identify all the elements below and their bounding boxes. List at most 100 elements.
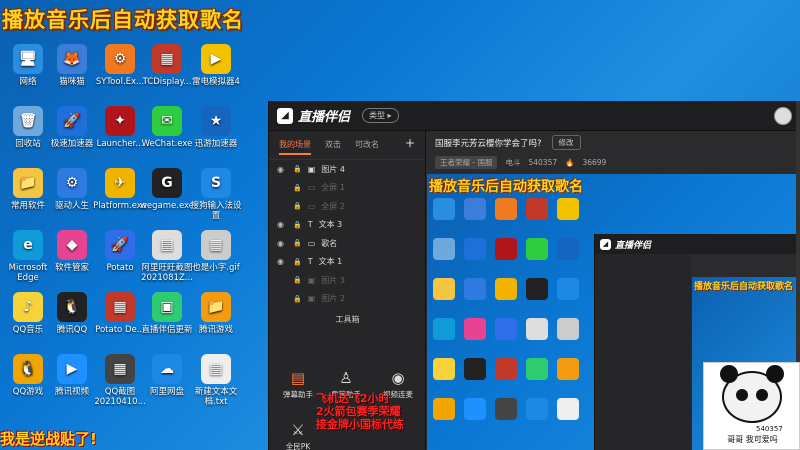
app-icon: ▦ xyxy=(201,230,231,260)
desktop-icon[interactable]: ★ 迅游加速器 xyxy=(188,106,244,149)
lock-icon[interactable]: 🔒 xyxy=(293,165,302,173)
desktop-icon[interactable]: ▦ TCDisplay... xyxy=(139,44,195,87)
promo-line-1: 飞机达飞2小时 xyxy=(316,392,390,405)
layer-type-icon: ▭ xyxy=(307,183,316,193)
app-icon: 📁 xyxy=(13,168,43,198)
layer-label: 全屏 2 xyxy=(321,201,345,211)
lock-icon[interactable]: 🔒 xyxy=(293,184,302,192)
layer-item[interactable]: 🔒 ▭ 全屏 1 xyxy=(269,179,425,198)
layer-item[interactable]: ◉ 🔒 ▣ 图片 4 xyxy=(269,160,425,179)
panda-number: 540357 xyxy=(756,425,783,433)
app-icon: ▶ xyxy=(57,354,87,384)
stat-value-2: 36699 xyxy=(582,157,607,167)
overlay-title: 播放音乐后自动获取歌名 xyxy=(2,8,244,32)
app-icon: 📁 xyxy=(201,292,231,322)
desktop-icon[interactable]: 📁 腾讯游戏 xyxy=(188,292,244,335)
app-icon: ✉ xyxy=(152,106,182,136)
lock-icon[interactable]: 🔒 xyxy=(293,239,302,247)
desktop-icon[interactable]: ▦ 也是小字.gif xyxy=(188,230,244,273)
tool-label: 弹幕助手 xyxy=(283,390,313,399)
add-scene-icon[interactable]: + xyxy=(405,137,415,155)
desktop-icon-label: 新建文本文档.txt xyxy=(194,387,238,407)
layer-item[interactable]: 🔒 ▣ 图片 2 xyxy=(269,290,425,309)
lock-icon[interactable]: 🔒 xyxy=(293,295,302,303)
preview-mini-icon xyxy=(433,238,455,260)
edit-title-button[interactable]: 修改 xyxy=(551,135,581,150)
nested-logo-icon: ◢ xyxy=(600,238,611,250)
layer-type-icon: ▣ xyxy=(307,164,316,174)
desktop-icon[interactable]: Gwegame.exe xyxy=(139,168,195,211)
promo-red-text: 飞机达飞2小时 2火箭包赛季荣耀 接金牌小国标代练 xyxy=(316,392,404,431)
desktop-icon-label: wegame.exe xyxy=(139,201,195,211)
eye-icon[interactable]: ◉ xyxy=(277,239,287,248)
logo-icon: ◢ xyxy=(277,107,293,124)
eye-icon[interactable]: ◉ xyxy=(277,220,287,229)
layer-label: 文本 1 xyxy=(318,257,343,267)
layer-item[interactable]: 🔒 ▭ 全屏 2 xyxy=(269,197,425,216)
lock-icon[interactable]: 🔒 xyxy=(293,202,302,210)
preview-mini-icon xyxy=(557,358,579,380)
scene-tabs: 我的场景 双击 可改名 + xyxy=(269,131,425,160)
app-icon: S xyxy=(201,168,231,198)
app-icon: ✈ xyxy=(105,168,135,198)
preview-mini-icon xyxy=(495,238,517,260)
preview-mini-icon xyxy=(526,278,548,300)
preview-mini-icon xyxy=(557,238,579,260)
panda-caption: 哥哥 我可爱吗 xyxy=(727,435,778,444)
preview-mini-icon xyxy=(433,198,455,220)
lock-icon[interactable]: 🔒 xyxy=(293,221,302,229)
promo-line-2: 2火箭包赛季荣耀 xyxy=(316,405,401,418)
preview-mini-icon xyxy=(464,198,486,220)
eye-icon[interactable]: ◉ xyxy=(277,165,287,174)
app-icon: G xyxy=(152,168,182,198)
desktop-icon[interactable]: ▣ 直播伴侣更新 xyxy=(139,292,195,335)
app-titlebar: ◢ 直播伴侣 类型 ▸ xyxy=(269,101,800,131)
desktop-icon-label: 雷电模拟器4 xyxy=(192,77,240,87)
nested-app-name: 直播伴侣 xyxy=(615,240,652,251)
app-icon: 🗑 xyxy=(13,106,43,136)
app-icon: ▦ xyxy=(105,292,135,322)
layer-item[interactable]: ◉ 🔒 T 文本 3 xyxy=(269,216,425,235)
app-icon: 🐧 xyxy=(13,354,43,384)
user-avatar[interactable] xyxy=(774,106,792,125)
preview-mini-icon xyxy=(557,318,579,340)
fire-icon: 🔥 xyxy=(565,157,575,167)
tab-my-scenes[interactable]: 我的场景 xyxy=(279,139,311,155)
preview-mini-icon xyxy=(495,358,517,380)
desktop-icon[interactable]: ▤ 阿里旺旺截图 2021081Z... xyxy=(139,230,195,283)
desktop-icon-label: 腾讯游戏 xyxy=(198,325,233,335)
app-icon: 🦊 xyxy=(57,44,87,74)
app-logo: ◢ 直播伴侣 xyxy=(277,106,350,125)
layer-item[interactable]: 🔒 ▣ 图片 3 xyxy=(269,271,425,290)
desktop-icon[interactable]: ☁ 阿里网盘 xyxy=(139,354,195,397)
desktop-icon[interactable]: S 搜狗输入法设置 xyxy=(188,168,244,221)
layer-item[interactable]: ◉ 🔒 T 文本 1 xyxy=(269,253,425,272)
app-icon: ▤ xyxy=(201,354,231,384)
preview-mini-icon xyxy=(526,198,548,220)
preview-mini-icon xyxy=(464,278,486,300)
nested-scene-panel xyxy=(595,254,691,450)
lock-icon[interactable]: 🔒 xyxy=(293,276,302,284)
tab-rename[interactable]: 可改名 xyxy=(355,139,379,155)
lock-icon[interactable]: 🔒 xyxy=(293,258,302,266)
preview-mini-icon xyxy=(557,278,579,300)
desktop-icon-label: 阿里网盘 xyxy=(149,387,184,397)
game-tag[interactable]: 王者荣耀 - 国服 xyxy=(435,155,498,169)
app-icon: ☁ xyxy=(152,354,182,384)
preview-mini-icon xyxy=(464,238,486,260)
desktop-icon[interactable]: ✉ WeChat.exe xyxy=(139,106,195,149)
layer-item[interactable]: ◉ 🔒 ▭ 歌名 xyxy=(269,234,425,253)
eye-icon[interactable]: ◉ xyxy=(277,257,287,266)
preview-mini-icon xyxy=(495,198,517,220)
app-icon: ▶ xyxy=(201,44,231,74)
preview-mini-icon xyxy=(526,238,548,260)
preview-mini-icon xyxy=(495,318,517,340)
preview-mini-icon xyxy=(433,278,455,300)
desktop-icon[interactable]: ▤ 新建文本文档.txt xyxy=(188,354,244,407)
tab-double-click[interactable]: 双击 xyxy=(325,139,341,155)
category-button[interactable]: 类型 ▸ xyxy=(362,108,399,123)
desktop-icon[interactable]: ▶ 雷电模拟器4 xyxy=(188,44,244,87)
app-icon: ▦ xyxy=(152,44,182,74)
toolbox-title: 工具箱 xyxy=(335,315,360,324)
preview-mini-icon xyxy=(433,318,455,340)
